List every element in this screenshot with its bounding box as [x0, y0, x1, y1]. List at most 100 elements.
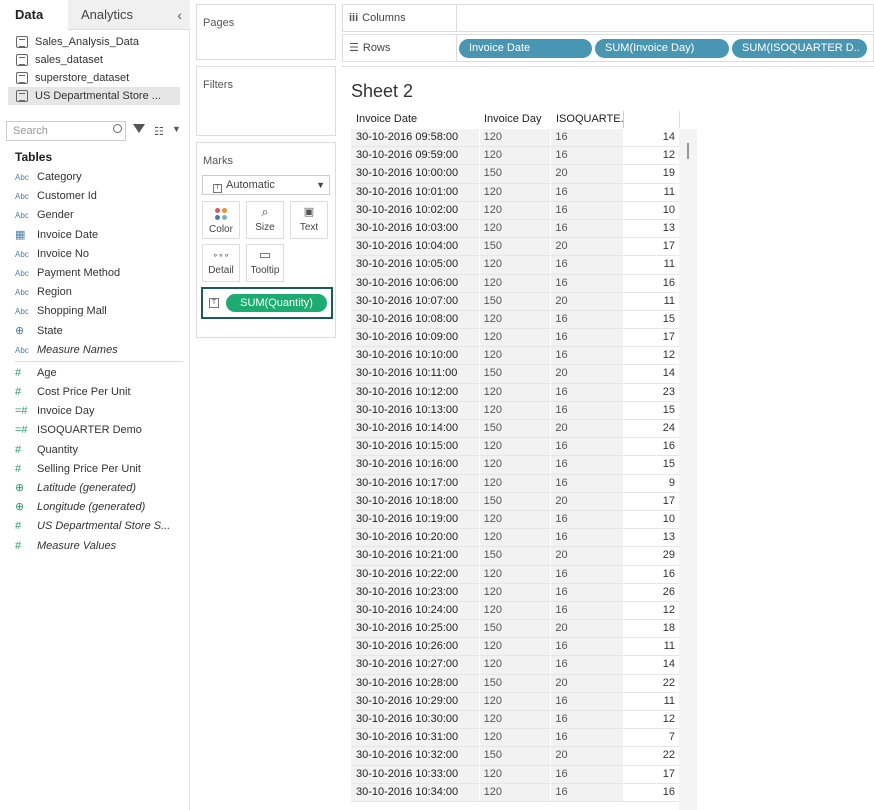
- data-source-item[interactable]: superstore_dataset: [8, 69, 180, 87]
- rows-icon: ☰: [349, 42, 359, 54]
- table-row[interactable]: 30-10-2016 10:13:00 120 16 15: [351, 401, 679, 420]
- view-options-icon[interactable]: ☷: [154, 125, 164, 138]
- quantity-cell: 23: [623, 383, 679, 401]
- field-selling-price-per-unit[interactable]: # Selling Price Per Unit: [15, 460, 185, 479]
- invoice-date-cell: 30-10-2016 10:32:00: [351, 747, 479, 765]
- field-label: US Departmental Store S...: [37, 520, 171, 533]
- table-row[interactable]: 30-10-2016 10:00:00 150 20 19: [351, 165, 679, 184]
- mark-type-dropdown[interactable]: T Automatic ▼: [202, 175, 330, 195]
- filter-icon[interactable]: [133, 124, 145, 133]
- field-longitude-generated[interactable]: ⊕ Longitude (generated): [15, 498, 185, 517]
- table-row[interactable]: 30-10-2016 10:05:00 120 16 11: [351, 256, 679, 275]
- table-row[interactable]: 30-10-2016 10:31:00 120 16 7: [351, 729, 679, 748]
- tooltip-button[interactable]: ▭ Tooltip: [246, 244, 284, 282]
- field-quantity[interactable]: # Quantity: [15, 441, 185, 460]
- field-category[interactable]: Abc Category: [15, 168, 185, 187]
- table-row[interactable]: 30-10-2016 10:33:00 120 16 17: [351, 765, 679, 784]
- scrollbar-thumb[interactable]: [687, 143, 689, 159]
- table-row[interactable]: 30-10-2016 10:27:00 120 16 14: [351, 656, 679, 675]
- sum-quantity-pill[interactable]: SUM(Quantity): [226, 294, 327, 312]
- field-invoice-day[interactable]: =# Invoice Day: [15, 402, 185, 421]
- string-type-icon: Abc: [15, 173, 29, 182]
- table-row[interactable]: 30-10-2016 10:09:00 120 16 17: [351, 329, 679, 348]
- table-row[interactable]: 30-10-2016 10:18:00 150 20 17: [351, 492, 679, 511]
- table-row[interactable]: 30-10-2016 10:32:00 150 20 22: [351, 747, 679, 766]
- field-region[interactable]: Abc Region: [15, 283, 185, 302]
- table-row[interactable]: 30-10-2016 10:19:00 120 16 10: [351, 510, 679, 530]
- table-row[interactable]: 30-10-2016 09:59:00 120 16 12: [351, 147, 679, 166]
- table-row[interactable]: 30-10-2016 10:16:00 120 16 15: [351, 456, 679, 475]
- field-age[interactable]: # Age: [15, 364, 185, 383]
- table-row[interactable]: 30-10-2016 10:28:00 150 20 22: [351, 674, 679, 693]
- field-payment-method[interactable]: Abc Payment Method: [15, 264, 185, 283]
- size-button[interactable]: ⌕ Size: [246, 201, 284, 239]
- table-row[interactable]: 30-10-2016 10:02:00 120 16 10: [351, 201, 679, 220]
- filters-shelf[interactable]: Filters: [196, 66, 336, 136]
- column-header[interactable]: Invoice Date: [351, 111, 479, 128]
- data-source-item-selected[interactable]: US Departmental Store ...: [8, 87, 180, 105]
- invoice-date-cell: 30-10-2016 10:15:00: [351, 438, 479, 456]
- table-row[interactable]: 30-10-2016 10:26:00 120 16 11: [351, 638, 679, 657]
- sum-invoice-day-pill[interactable]: SUM(Invoice Day): [595, 39, 729, 58]
- field-cost-price-per-unit[interactable]: # Cost Price Per Unit: [15, 383, 185, 402]
- field-invoice-no[interactable]: Abc Invoice No: [15, 245, 185, 264]
- table-row[interactable]: 30-10-2016 10:21:00 150 20 29: [351, 547, 679, 566]
- collapse-pane-icon[interactable]: ‹: [177, 0, 182, 30]
- table-row[interactable]: 30-10-2016 10:11:00 150 20 14: [351, 365, 679, 384]
- columns-shelf[interactable]: iii Columns: [342, 4, 874, 32]
- chevron-down-icon[interactable]: ▼: [172, 124, 181, 134]
- number-type-icon: #: [15, 539, 22, 552]
- table-row[interactable]: 30-10-2016 10:03:00 120 16 13: [351, 219, 679, 239]
- table-row[interactable]: 30-10-2016 10:12:00 120 16 23: [351, 383, 679, 402]
- sum-isoquarter-pill[interactable]: SUM(ISOQUARTER D..: [732, 39, 867, 58]
- sheet-title[interactable]: Sheet 2: [351, 81, 413, 102]
- table-row[interactable]: 30-10-2016 10:06:00 120 16 16: [351, 274, 679, 293]
- tab-analytics-label: Analytics: [81, 7, 134, 22]
- table-row[interactable]: 30-10-2016 10:34:00 120 16 16: [351, 783, 679, 802]
- table-row[interactable]: 30-10-2016 09:58:00 120 16 14: [351, 129, 679, 148]
- field-shopping-mall[interactable]: Abc Shopping Mall: [15, 302, 185, 321]
- table-row[interactable]: 30-10-2016 10:01:00 120 16 11: [351, 183, 679, 202]
- column-header[interactable]: Invoice Day: [479, 111, 551, 128]
- table-row[interactable]: 30-10-2016 10:24:00 120 16 12: [351, 601, 679, 621]
- field-gender[interactable]: Abc Gender: [15, 206, 185, 225]
- field-measure-names[interactable]: Abc Measure Names: [15, 341, 185, 360]
- invoice-date-pill[interactable]: Invoice Date: [459, 39, 592, 58]
- data-source-item[interactable]: Sales_Analysis_Data: [8, 33, 180, 51]
- field-isoquarter-demo[interactable]: =# ISOQUARTER Demo: [15, 421, 185, 440]
- color-button[interactable]: Color: [202, 201, 240, 239]
- table-row[interactable]: 30-10-2016 10:07:00 150 20 11: [351, 292, 679, 311]
- table-row[interactable]: 30-10-2016 10:15:00 120 16 16: [351, 438, 679, 457]
- invoice-date-cell: 30-10-2016 10:13:00: [351, 401, 479, 419]
- field-measure-values[interactable]: # Measure Values: [15, 537, 185, 556]
- table-row[interactable]: 30-10-2016 10:20:00 120 16 13: [351, 529, 679, 548]
- vertical-scrollbar[interactable]: [679, 129, 697, 810]
- string-type-icon: Abc: [15, 192, 29, 202]
- search-icon[interactable]: [113, 124, 122, 133]
- string-type-icon: Abc: [15, 345, 29, 355]
- field-customer-id[interactable]: Abc Customer Id: [15, 187, 185, 206]
- tab-data[interactable]: Data: [0, 0, 68, 30]
- rows-shelf[interactable]: ☰ Rows Invoice Date SUM(Invoice Day) SUM(…: [342, 34, 874, 62]
- table-row[interactable]: 30-10-2016 10:17:00 120 16 9: [351, 474, 679, 493]
- table-row[interactable]: 30-10-2016 10:08:00 120 16 15: [351, 310, 679, 330]
- text-button[interactable]: ▣ Text: [290, 201, 328, 239]
- detail-button[interactable]: ∘∘∘ Detail: [202, 244, 240, 282]
- data-source-item[interactable]: sales_dataset: [8, 51, 180, 69]
- column-header[interactable]: ISOQUARTE..: [551, 111, 624, 128]
- field-latitude-generated[interactable]: ⊕ Latitude (generated): [15, 479, 185, 498]
- search-input[interactable]: Search: [6, 121, 126, 141]
- table-row[interactable]: 30-10-2016 10:30:00 120 16 12: [351, 711, 679, 730]
- table-row[interactable]: 30-10-2016 10:10:00 120 16 12: [351, 347, 679, 366]
- tab-analytics[interactable]: Analytics ‹: [68, 0, 190, 30]
- table-row[interactable]: 30-10-2016 10:25:00 150 20 18: [351, 620, 679, 639]
- field-us-departmental-store-count[interactable]: # US Departmental Store S...: [15, 517, 185, 536]
- table-row[interactable]: 30-10-2016 10:29:00 120 16 11: [351, 692, 679, 711]
- table-row[interactable]: 30-10-2016 10:22:00 120 16 16: [351, 565, 679, 584]
- table-row[interactable]: 30-10-2016 10:23:00 120 16 26: [351, 583, 679, 602]
- table-row[interactable]: 30-10-2016 10:14:00 150 20 24: [351, 420, 679, 439]
- field-state[interactable]: ⊕ State: [15, 322, 185, 341]
- pages-shelf[interactable]: Pages: [196, 4, 336, 60]
- field-invoice-date[interactable]: ▦ Invoice Date: [15, 226, 185, 245]
- table-row[interactable]: 30-10-2016 10:04:00 150 20 17: [351, 238, 679, 257]
